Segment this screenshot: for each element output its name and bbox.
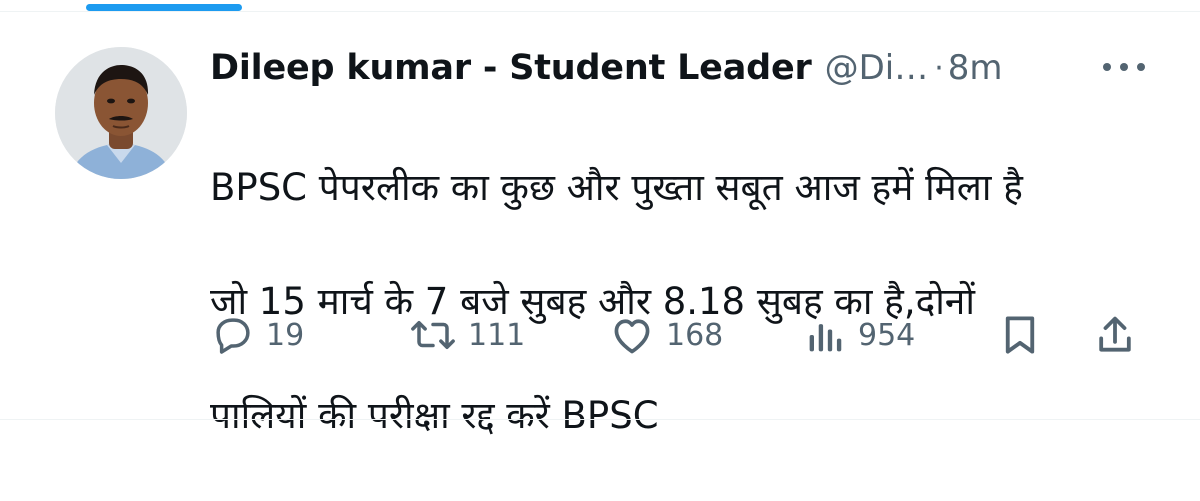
share-icon bbox=[1099, 316, 1131, 352]
avatar-image bbox=[55, 47, 187, 179]
tweet-timestamp[interactable]: 8m bbox=[948, 48, 1003, 88]
views-bar-chart-icon bbox=[809, 324, 842, 352]
top-divider bbox=[0, 11, 1200, 12]
reply-icon bbox=[216, 318, 250, 354]
tweet-text: BPSC पेपरलीक का कुछ और पुख्ता सबूत आज हम… bbox=[210, 102, 1160, 501]
author-handle[interactable]: @Di… bbox=[825, 48, 929, 88]
more-horizontal-icon bbox=[1103, 63, 1145, 71]
active-tab-indicator bbox=[86, 4, 242, 11]
repost-icon bbox=[411, 321, 455, 349]
reply-count: 19 bbox=[266, 317, 305, 353]
repost-count: 111 bbox=[468, 317, 526, 353]
like-button[interactable]: 168 bbox=[610, 312, 723, 358]
header-separator: · bbox=[934, 50, 944, 86]
reply-button[interactable]: 19 bbox=[212, 312, 304, 358]
like-count: 168 bbox=[666, 317, 724, 353]
views-count: 954 bbox=[858, 317, 916, 353]
bookmark-icon bbox=[1005, 316, 1035, 354]
tweet-actions: 19 111 168 954 bbox=[212, 312, 1152, 358]
author-display-name[interactable]: Dileep kumar - Student Leader bbox=[210, 48, 812, 88]
bookmark-button[interactable] bbox=[1002, 312, 1038, 358]
share-button[interactable] bbox=[1096, 312, 1134, 358]
avatar[interactable] bbox=[55, 47, 187, 179]
repost-button[interactable]: 111 bbox=[410, 312, 525, 358]
tweet-text-line: पालियों की परीक्षा रद्द करें BPSC bbox=[210, 394, 659, 437]
tweet-content: Dileep kumar - Student Leader @Di… · 8m … bbox=[210, 40, 1170, 501]
more-options-button[interactable] bbox=[1100, 52, 1148, 82]
tweet-header: Dileep kumar - Student Leader @Di… · 8m bbox=[210, 40, 1170, 96]
tweet-text-line: BPSC पेपरलीक का कुछ और पुख्ता सबूत आज हम… bbox=[210, 166, 1023, 209]
heart-icon bbox=[614, 319, 650, 354]
views-button[interactable]: 954 bbox=[806, 312, 915, 358]
